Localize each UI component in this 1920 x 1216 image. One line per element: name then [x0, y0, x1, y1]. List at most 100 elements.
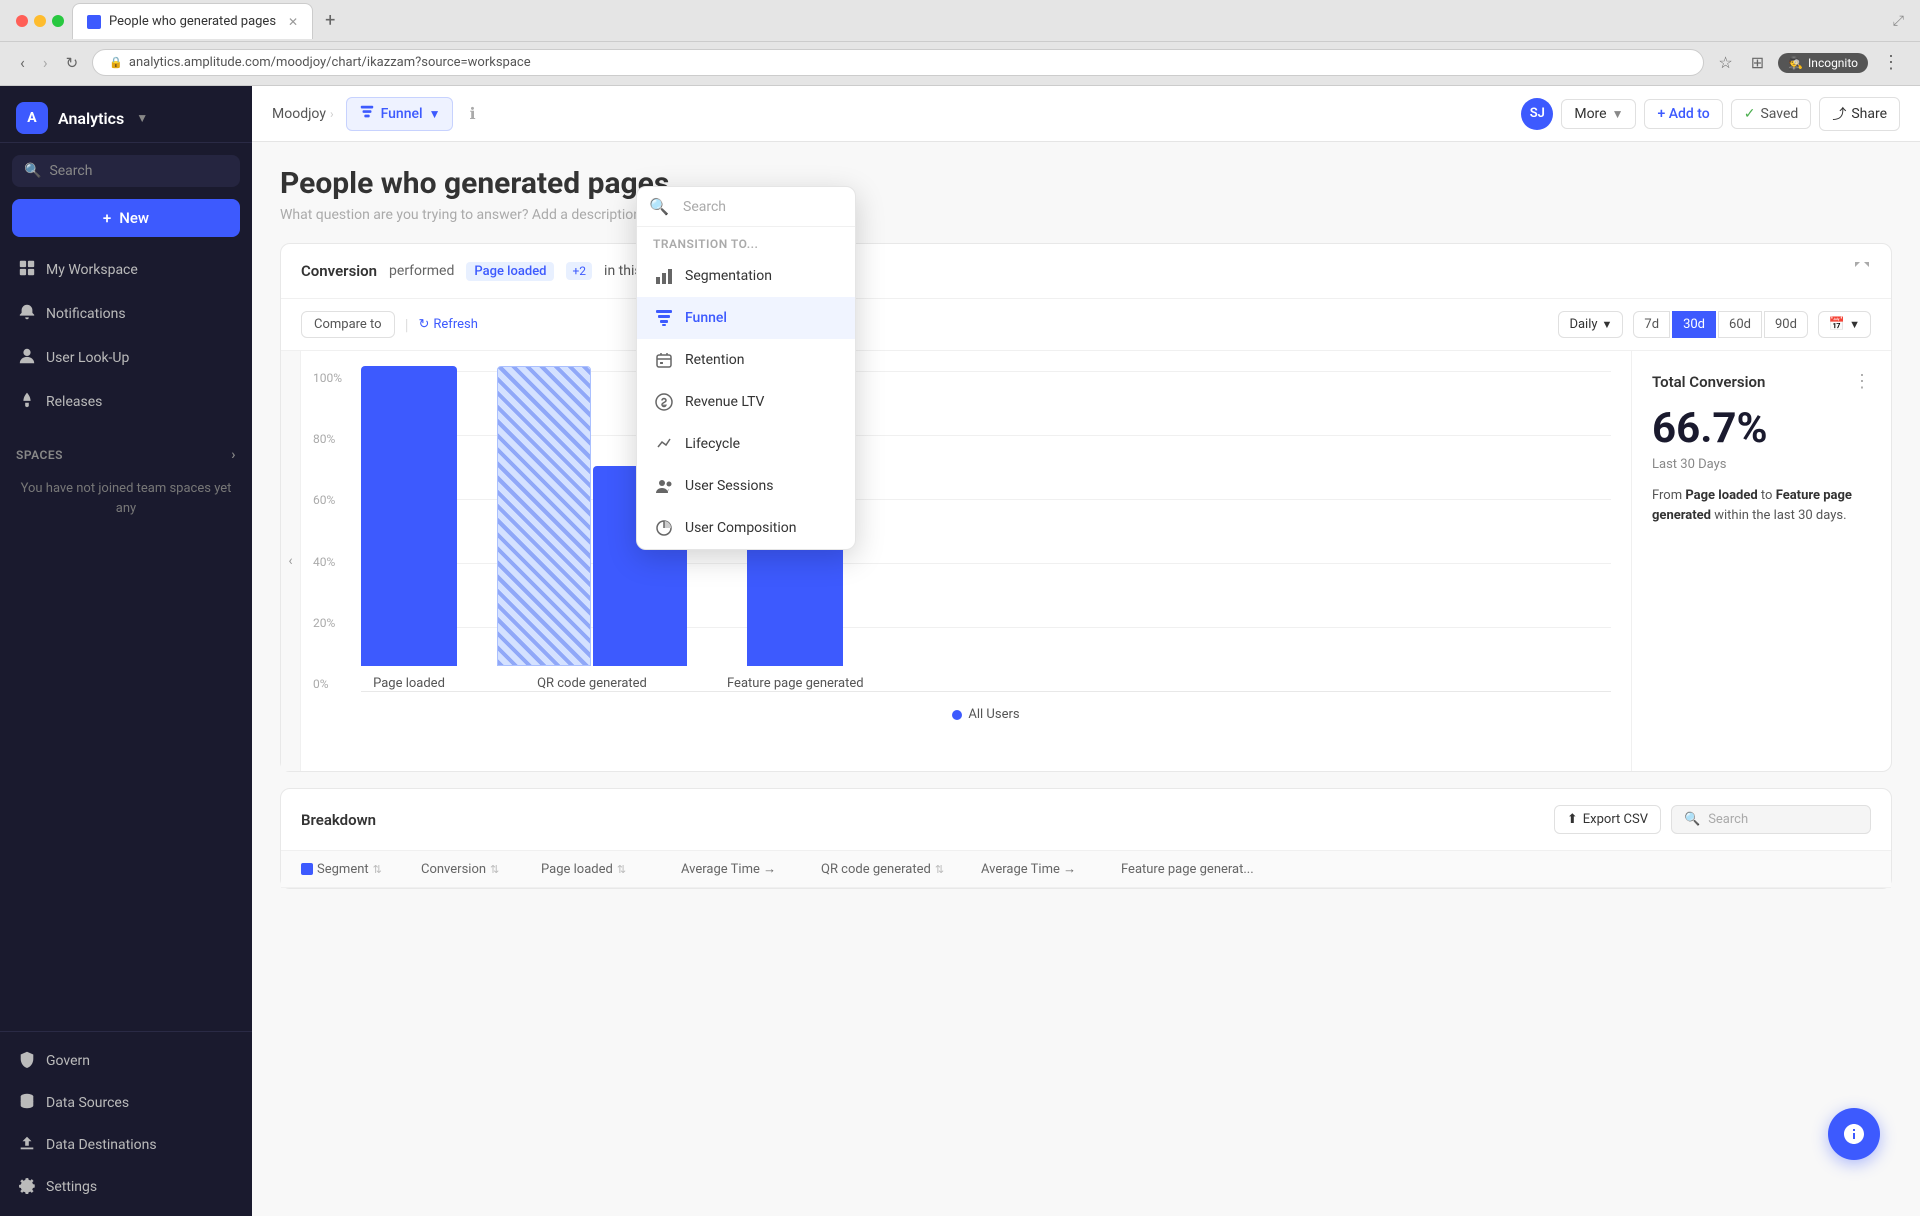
- compare-to-button[interactable]: Compare to: [301, 311, 395, 338]
- sidebar-item-releases[interactable]: Releases: [8, 381, 244, 423]
- chart-type-chevron-icon: ▼: [429, 107, 441, 121]
- maximize-window-btn[interactable]: [52, 15, 64, 27]
- expand-btn[interactable]: ⤢: [1893, 13, 1904, 29]
- export-icon: ⬆: [1567, 812, 1578, 827]
- sort-icon: ⇅: [935, 863, 944, 876]
- date-range-button[interactable]: 📅 ▼: [1818, 311, 1871, 338]
- close-window-btn[interactable]: [16, 15, 28, 27]
- y-label-0: 0%: [313, 677, 342, 691]
- export-csv-button[interactable]: ⬆ Export CSV: [1554, 805, 1661, 834]
- table-search-input[interactable]: 🔍 Search: [1671, 805, 1871, 834]
- dropdown-item-label: Lifecycle: [685, 436, 740, 452]
- breadcrumb: Moodjoy ›: [272, 106, 334, 122]
- refresh-btn[interactable]: ↻: [62, 50, 83, 76]
- forward-btn[interactable]: ›: [39, 49, 52, 76]
- sidebar-item-data-destinations[interactable]: Data Destinations: [8, 1124, 244, 1166]
- user-sessions-icon: [653, 475, 675, 497]
- add-to-button[interactable]: + Add to: [1644, 99, 1722, 129]
- info-button[interactable]: ℹ: [465, 100, 479, 127]
- dropdown-search-area: 🔍 Search: [637, 187, 855, 227]
- search-icon: 🔍: [24, 163, 41, 179]
- period-7d[interactable]: 7d: [1633, 311, 1670, 338]
- dropdown-search-input[interactable]: [677, 199, 855, 215]
- menu-btn[interactable]: ⋮: [1878, 48, 1904, 77]
- add-to-label: + Add to: [1657, 106, 1709, 122]
- address-bar[interactable]: 🔒 analytics.amplitude.com/moodjoy/chart/…: [92, 49, 1704, 76]
- bar-qr-stripe[interactable]: [497, 366, 591, 666]
- event-count-badge[interactable]: +2: [566, 262, 592, 280]
- address-bar-row: ‹ › ↻ 🔒 analytics.amplitude.com/moodjoy/…: [0, 42, 1920, 86]
- dropdown-item-revenue-ltv[interactable]: Revenue LTV: [637, 381, 855, 423]
- app-title: Analytics: [58, 109, 124, 128]
- saved-button[interactable]: ✓ Saved: [1731, 99, 1812, 129]
- refresh-button[interactable]: ↻ Refresh: [419, 317, 478, 332]
- sidebar-item-govern[interactable]: Govern: [8, 1040, 244, 1082]
- period-90d[interactable]: 90d: [1764, 311, 1808, 338]
- app-title-chevron-icon: ▼: [136, 111, 148, 125]
- dropdown-item-retention[interactable]: Retention: [637, 339, 855, 381]
- search-input[interactable]: 🔍 Search: [12, 155, 240, 187]
- extension-btn[interactable]: ⊞: [1747, 49, 1768, 76]
- more-chevron-icon: ▼: [1612, 107, 1624, 121]
- breadcrumb-project[interactable]: Moodjoy ›: [272, 106, 334, 122]
- collapse-arrow[interactable]: ‹: [281, 351, 301, 771]
- dropdown-item-lifecycle[interactable]: Lifecycle: [637, 423, 855, 465]
- spaces-arrow-icon: ›: [231, 447, 236, 463]
- browser-tab[interactable]: People who generated pages ✕: [72, 3, 313, 39]
- minimize-window-btn[interactable]: [34, 15, 46, 27]
- stats-more-button[interactable]: ⋮: [1853, 371, 1871, 392]
- th-avg-time-1[interactable]: Average Time →: [681, 861, 821, 877]
- y-label-20: 20%: [313, 616, 342, 630]
- spaces-label: SPACES: [16, 448, 63, 462]
- incognito-icon: 🕵: [1788, 56, 1803, 70]
- spaces-header[interactable]: SPACES ›: [12, 443, 240, 467]
- share-button[interactable]: ⤴ Share: [1819, 97, 1900, 131]
- dropdown-item-funnel[interactable]: Funnel: [637, 297, 855, 339]
- sidebar-item-label: Settings: [46, 1179, 97, 1195]
- more-button[interactable]: More ▼: [1561, 99, 1636, 129]
- dropdown-item-segmentation[interactable]: Segmentation: [637, 255, 855, 297]
- performed-text: performed: [389, 263, 454, 279]
- bar-label-feature: Feature page generated: [727, 676, 864, 691]
- breakdown-title: Breakdown: [301, 811, 376, 829]
- period-30d[interactable]: 30d: [1672, 311, 1716, 338]
- th-qr-generated[interactable]: QR code generated ⇅: [821, 861, 981, 877]
- lock-icon: 🔒: [109, 56, 123, 69]
- new-tab-btn[interactable]: +: [321, 10, 339, 31]
- breakdown-card: Breakdown ⬆ Export CSV 🔍 Search: [280, 788, 1892, 889]
- bookmark-btn[interactable]: ☆: [1714, 49, 1736, 76]
- sidebar-item-data-sources[interactable]: Data Sources: [8, 1082, 244, 1124]
- database-icon: [18, 1092, 36, 1114]
- tab-title: People who generated pages: [109, 14, 276, 29]
- shield-icon: [18, 1050, 36, 1072]
- bar-page-loaded[interactable]: [361, 366, 457, 666]
- th-feature-generated[interactable]: Feature page generat...: [1121, 861, 1301, 877]
- period-60d[interactable]: 60d: [1718, 311, 1762, 338]
- user-avatar: SJ: [1521, 98, 1553, 130]
- sidebar-item-settings[interactable]: Settings: [8, 1166, 244, 1208]
- sidebar-item-notifications[interactable]: Notifications: [8, 293, 244, 335]
- dropdown-item-label: Funnel: [685, 310, 727, 326]
- th-conversion[interactable]: Conversion ⇅: [421, 861, 541, 877]
- th-page-loaded[interactable]: Page loaded ⇅: [541, 861, 681, 877]
- dropdown-item-user-sessions[interactable]: User Sessions: [637, 465, 855, 507]
- expand-btn[interactable]: [1853, 260, 1871, 282]
- new-button[interactable]: + New: [12, 199, 240, 237]
- sidebar-item-my-workspace[interactable]: My Workspace: [8, 249, 244, 291]
- chart-type-button[interactable]: Funnel ▼: [346, 97, 454, 131]
- tab-close-icon[interactable]: ✕: [288, 15, 298, 29]
- back-btn[interactable]: ‹: [16, 49, 29, 76]
- event-tag[interactable]: Page loaded: [466, 262, 554, 281]
- period-selector[interactable]: Daily ▼: [1558, 311, 1623, 338]
- sidebar-nav: My Workspace Notifications User Look-Up …: [0, 245, 252, 427]
- th-avg-time-2[interactable]: Average Time →: [981, 861, 1121, 877]
- sidebar-item-user-lookup[interactable]: User Look-Up: [8, 337, 244, 379]
- y-label-40: 40%: [313, 555, 342, 569]
- amplitude-fab[interactable]: [1828, 1108, 1880, 1160]
- conversion-rate: 66.7%: [1652, 404, 1871, 453]
- th-segment[interactable]: Segment ⇅: [301, 861, 421, 877]
- sidebar-item-label: Data Sources: [46, 1095, 129, 1111]
- revenue-ltv-icon: [653, 391, 675, 413]
- bar-label-page-loaded: Page loaded: [373, 676, 445, 691]
- dropdown-item-user-composition[interactable]: User Composition: [637, 507, 855, 549]
